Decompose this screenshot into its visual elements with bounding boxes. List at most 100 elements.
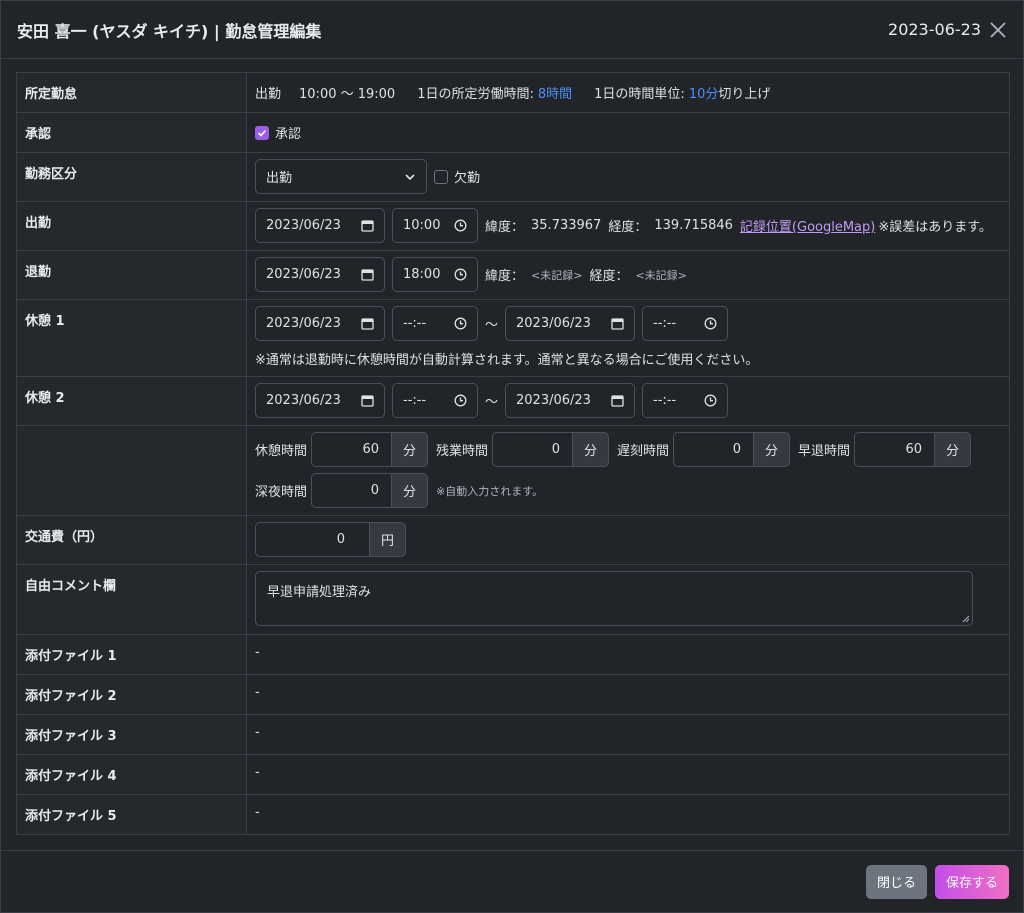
clock-in-time-input[interactable]: 10:00 (392, 208, 478, 243)
clock-icon (704, 317, 717, 330)
row-clock-out: 退勤 2023/06/23 18:00 緯度： <未記録> 経度： <未記録> (16, 250, 1010, 300)
time-unit-suffix: 切り上げ (718, 87, 771, 102)
attachment-value: - (246, 674, 1010, 715)
row-attachment-1: 添付ファイル 1 - (16, 634, 1010, 675)
google-map-link[interactable]: 記録位置(GoogleMap) (740, 216, 875, 235)
auto-input-note: ※自動入力されます。 (436, 484, 544, 498)
row-comment: 自由コメント欄 早退申請処理済み (16, 564, 1010, 635)
clock-in-note: ※誤差はあります。 (878, 220, 992, 235)
header-date: 2023-06-23 (888, 20, 981, 39)
attachment-value: - (246, 634, 1010, 675)
calendar-icon (611, 318, 624, 330)
attachment-value: - (246, 754, 1010, 795)
close-icon[interactable] (987, 19, 1009, 41)
absence-checkbox[interactable]: 欠勤 (434, 167, 480, 186)
label-break-2: 休憩 2 (16, 376, 247, 426)
row-transport: 交通費（円） 0 円 (16, 515, 1010, 565)
calendar-icon (611, 395, 624, 407)
label-attachment: 添付ファイル 2 (16, 674, 247, 715)
clock-out-lat-label: 緯度： (485, 269, 525, 284)
row-time-totals: 休憩時間 60 分 残業時間 0 分 遅刻時間 0 分 早退時間 60 分 深夜… (16, 425, 1010, 516)
late-time-input[interactable]: 0 分 (673, 432, 791, 467)
modal-title: 安田 喜一 (ヤスダ キイチ) | 勤怠管理編集 (17, 21, 322, 41)
label-attachment: 添付ファイル 4 (16, 754, 247, 795)
calendar-icon (361, 395, 374, 407)
row-attachment-3: 添付ファイル 3 - (16, 714, 1010, 755)
work-type-select[interactable]: 出勤 (255, 159, 427, 194)
resize-grip-icon[interactable] (962, 615, 970, 623)
attendance-form-table: 所定勤怠 出勤 10:00 〜 19:00 1日の所定労働時間: 8時間 1日の… (16, 72, 1010, 835)
break1-note: ※通常は退勤時に休憩時間が自動計算されます。通常と異なる場合にご使用ください。 (255, 353, 759, 368)
label-attachment: 添付ファイル 1 (16, 634, 247, 675)
clock-icon (454, 394, 467, 407)
break1-start-time-input[interactable]: --:-- (392, 306, 478, 341)
row-attachment-2: 添付ファイル 2 - (16, 674, 1010, 715)
scheduled-type: 出勤 (255, 87, 282, 102)
scheduled-hours: 10:00 〜 19:00 (299, 87, 396, 102)
row-scheduled: 所定勤怠 出勤 10:00 〜 19:00 1日の所定労働時間: 8時間 1日の… (16, 72, 1010, 113)
clock-in-lng-value: 139.715846 (654, 218, 733, 233)
label-attachment: 添付ファイル 3 (16, 714, 247, 755)
label-comment: 自由コメント欄 (16, 564, 247, 635)
work-hours-value: 8時間 (537, 87, 573, 102)
row-break-2: 休憩 2 2023/06/23 --:-- 〜 2023/06/23 --:-- (16, 376, 1010, 426)
modal-header: 安田 喜一 (ヤスダ キイチ) | 勤怠管理編集 2023-06-23 (1, 1, 1023, 59)
clock-out-lat-value: <未記録> (531, 268, 583, 282)
label-transport: 交通費（円） (16, 515, 247, 565)
close-button[interactable]: 閉じる (865, 864, 927, 899)
overtime-label: 残業時間 (436, 444, 489, 459)
approval-checkbox[interactable]: 承認 (255, 123, 301, 142)
clock-out-time-input[interactable]: 18:00 (392, 257, 478, 292)
night-time-label: 深夜時間 (255, 485, 308, 500)
break2-end-date-input[interactable]: 2023/06/23 (505, 383, 636, 418)
early-leave-input[interactable]: 60 分 (854, 432, 972, 467)
row-approval: 承認 承認 (16, 112, 1010, 153)
break1-separator: 〜 (485, 318, 499, 333)
header-right: 2023-06-23 (888, 19, 1009, 41)
row-clock-in: 出勤 2023/06/23 10:00 緯度： 35.733967 経度： 13… (16, 201, 1010, 251)
label-clock-in: 出勤 (16, 201, 247, 251)
transport-cost-input[interactable]: 0 円 (255, 522, 406, 557)
attachment-value: - (246, 714, 1010, 755)
label-break-1: 休憩 1 (16, 299, 247, 377)
time-unit-value: 10分 (688, 87, 719, 102)
checkbox-checked-icon (255, 125, 269, 140)
save-button[interactable]: 保存する (934, 864, 1009, 899)
time-unit-label: 1日の時間単位: (594, 87, 685, 102)
clock-icon (704, 394, 717, 407)
break-time-input[interactable]: 60 分 (311, 432, 429, 467)
calendar-icon (361, 318, 374, 330)
calendar-icon (361, 269, 374, 281)
overtime-input[interactable]: 0 分 (492, 432, 610, 467)
label-approval: 承認 (16, 112, 247, 153)
early-leave-label: 早退時間 (798, 444, 851, 459)
clock-icon (454, 317, 467, 330)
clock-in-date-input[interactable]: 2023/06/23 (255, 208, 385, 243)
work-hours-label: 1日の所定労働時間: (417, 87, 534, 102)
comment-textarea[interactable]: 早退申請処理済み (255, 571, 973, 626)
break2-end-time-input[interactable]: --:-- (642, 383, 729, 418)
clock-in-lat-value: 35.733967 (531, 218, 602, 233)
break-time-label: 休憩時間 (255, 444, 308, 459)
night-time-input[interactable]: 0 分 (311, 473, 429, 508)
clock-out-lng-label: 経度： (589, 269, 629, 284)
row-break-1: 休憩 1 2023/06/23 --:-- 〜 2023/06/23 --:--… (16, 299, 1010, 377)
break1-start-date-input[interactable]: 2023/06/23 (255, 306, 385, 341)
break2-start-time-input[interactable]: --:-- (392, 383, 478, 418)
attendance-edit-modal: 安田 喜一 (ヤスダ キイチ) | 勤怠管理編集 2023-06-23 所定勤怠… (0, 0, 1024, 913)
break2-start-date-input[interactable]: 2023/06/23 (255, 383, 385, 418)
approval-checkbox-label: 承認 (275, 127, 302, 142)
break2-separator: 〜 (485, 395, 499, 410)
label-time-totals (16, 425, 247, 516)
clock-out-date-input[interactable]: 2023/06/23 (255, 257, 385, 292)
work-type-selected: 出勤 (266, 171, 293, 186)
break1-end-date-input[interactable]: 2023/06/23 (505, 306, 636, 341)
label-clock-out: 退勤 (16, 250, 247, 300)
label-attachment: 添付ファイル 5 (16, 794, 247, 835)
clock-in-lat-label: 緯度： (485, 220, 525, 235)
break1-end-time-input[interactable]: --:-- (642, 306, 729, 341)
label-scheduled: 所定勤怠 (16, 72, 247, 113)
attachment-value: - (246, 794, 1010, 835)
checkbox-unchecked-icon (434, 169, 448, 184)
clock-out-lng-value: <未記録> (635, 268, 687, 282)
